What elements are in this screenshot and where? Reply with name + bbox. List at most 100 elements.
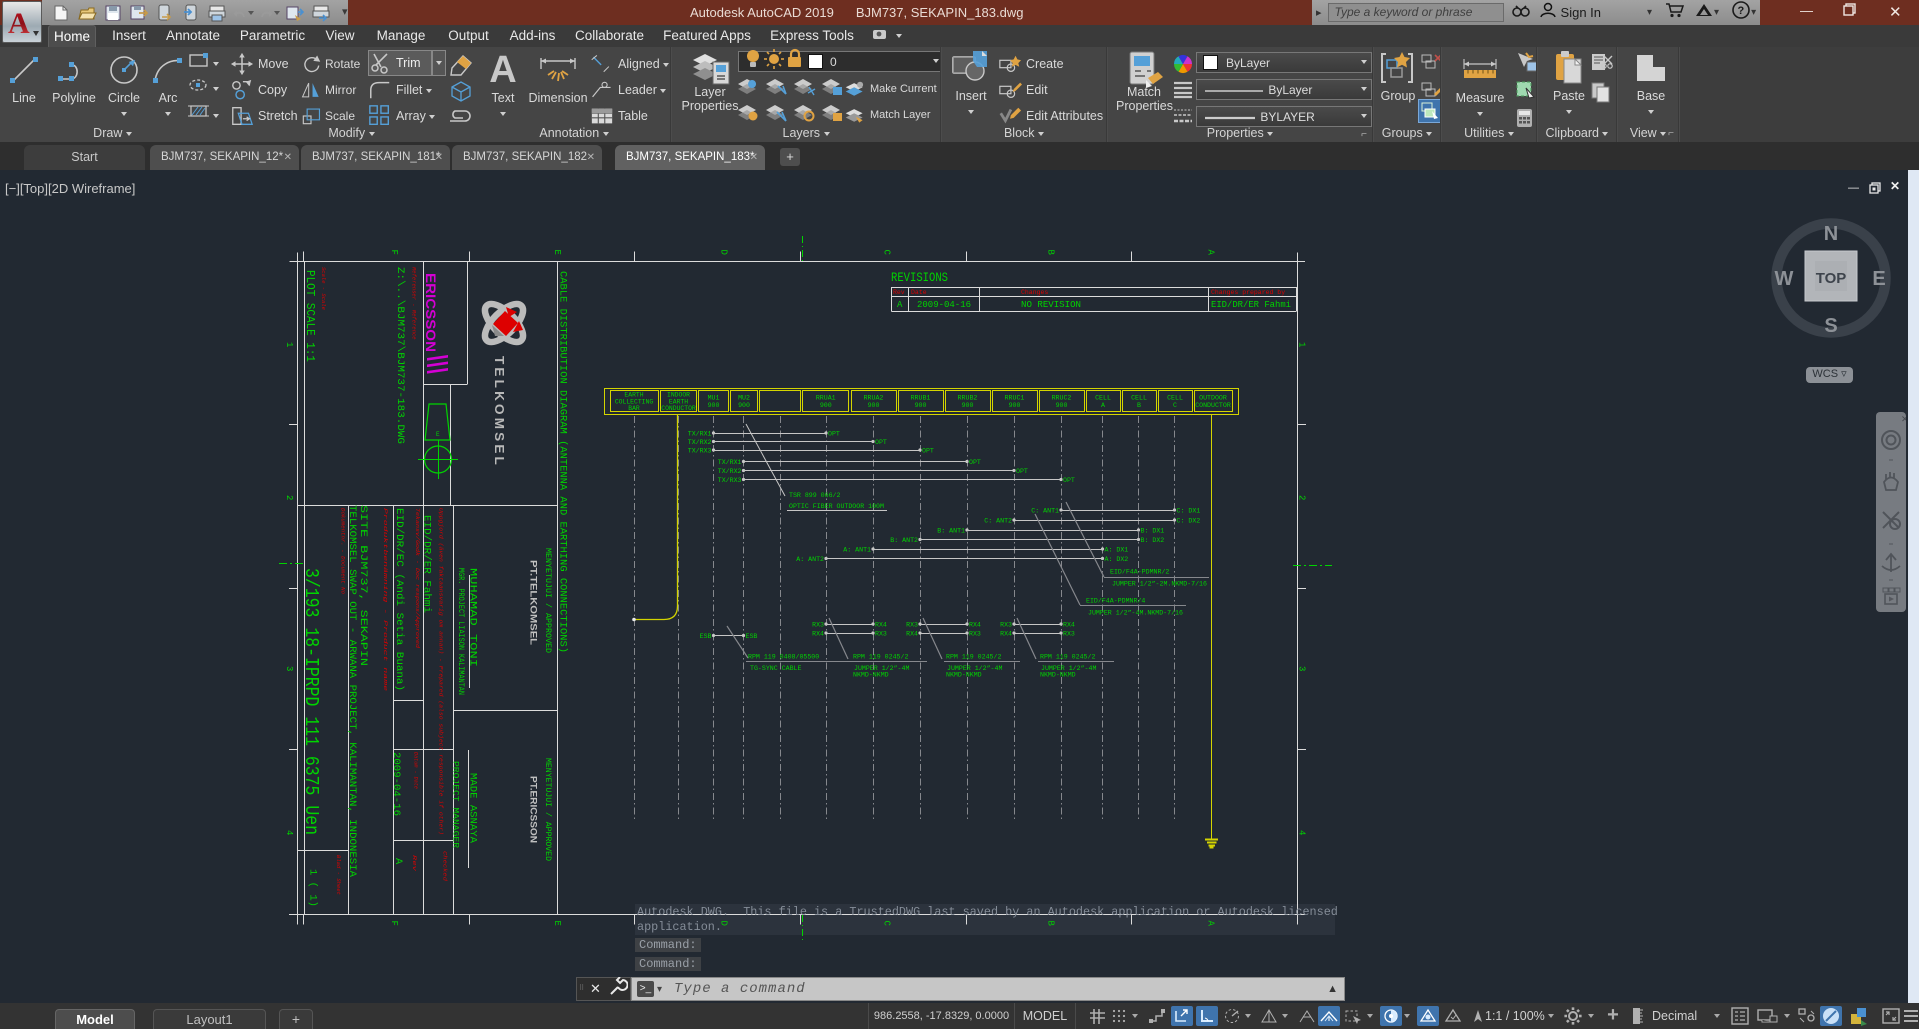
svg-text:Rev: Rev [411,855,417,873]
svg-text:D: D [719,250,729,255]
svg-text:OPT: OPT [922,448,934,455]
svg-text:900: 900 [708,402,720,409]
svg-text:4: 4 [284,830,294,835]
svg-text:Rev: Rev [893,289,905,296]
svg-text:B: DX2: B: DX2 [1141,537,1165,544]
svg-text:B: B [1046,250,1056,256]
svg-text:B: B [1046,921,1056,927]
svg-text:CELL: CELL [1131,395,1147,402]
svg-text:F: F [389,921,399,926]
svg-text:2009-04-16: 2009-04-16 [390,752,402,816]
svg-text:NKMD-NKMD: NKMD-NKMD [946,672,982,679]
svg-text:TX/RX1: TX/RX1 [688,431,712,438]
svg-text:MU1: MU1 [708,395,720,402]
svg-text:C: C [1173,402,1177,409]
svg-text:TOP: TOP [1816,270,1847,287]
svg-text:RX3: RX3 [1000,622,1012,629]
svg-text:TX/RX2: TX/RX2 [718,468,742,475]
svg-text:PROJECT MANAGER: PROJECT MANAGER [451,761,460,848]
svg-text:C: ANT1: C: ANT1 [1031,508,1059,515]
svg-text:TSR 899 066/2: TSR 899 066/2 [789,492,840,499]
svg-text:NKMD-NKMD: NKMD-NKMD [853,672,889,679]
svg-text:Changes: Changes [1021,289,1048,296]
svg-text:C: DX2: C: DX2 [1177,518,1201,525]
svg-text:BAR: BAR [628,405,640,412]
svg-text:JUMPER 1/2”-2M.NKMD-7/16: JUMPER 1/2”-2M.NKMD-7/16 [1112,581,1207,588]
svg-text:RX3: RX3 [906,622,918,629]
svg-text:3: 3 [1297,666,1307,671]
svg-text:PLOT SCALE 1:1: PLOT SCALE 1:1 [303,270,317,362]
svg-text:TX/RX3: TX/RX3 [688,448,712,455]
svg-text:EID/F4A-PDMNR/4: EID/F4A-PDMNR/4 [1086,598,1145,605]
svg-text:C: ANT2: C: ANT2 [984,518,1012,525]
svg-text:2009-04-16: 2009-04-16 [917,300,971,310]
svg-text:MENYETUJUI / APPROVED: MENYETUJUI / APPROVED [543,548,552,653]
svg-text:E: E [552,250,562,255]
svg-text:RRUC2: RRUC2 [1052,395,1072,402]
svg-text:OPT: OPT [969,459,981,466]
svg-text:RX4: RX4 [812,631,824,638]
svg-text:RPM 119 0245/2: RPM 119 0245/2 [946,654,1001,661]
svg-text:4: 4 [1297,830,1307,835]
svg-text:Produktbenämning - Product nam: Produktbenämning - Product name [382,508,388,691]
svg-text:OUTDOOR: OUTDOOR [1199,395,1227,402]
svg-text:TX/RX3: TX/RX3 [718,477,742,484]
svg-text:TELKOMSEL SWAP OUT - ARWANA PR: TELKOMSEL SWAP OUT - ARWANA PROJECT, KAL… [346,505,358,878]
svg-text:B: B [1137,402,1141,409]
svg-text:B: ANT2: B: ANT2 [890,537,918,544]
svg-text:900: 900 [915,402,927,409]
svg-text:RX3: RX3 [875,631,887,638]
svg-text:OPT: OPT [1016,468,1028,475]
svg-text:REVISIONS: REVISIONS [891,270,948,285]
svg-text:A: ANT1: A: ANT1 [843,547,871,554]
svg-text:RX3: RX3 [1063,631,1075,638]
svg-text:A: A [1101,402,1105,409]
svg-text:N: N [1824,223,1838,245]
svg-text:900: 900 [1056,402,1068,409]
svg-text:CABLE DISTRIBUTION DIAGRAM (AN: CABLE DISTRIBUTION DIAGRAM (ANTENNA AND … [557,271,569,653]
svg-text:B: ANT1: B: ANT1 [937,528,965,535]
svg-text:E: E [1872,268,1885,290]
svg-text:RPM 119 0245/2: RPM 119 0245/2 [1040,654,1095,661]
svg-text:RRUA1: RRUA1 [816,395,836,402]
svg-text:A: ANT2: A: ANT2 [796,556,824,563]
svg-text:E: E [436,431,440,438]
svg-text:RPM 119 0408/05500: RPM 119 0408/05500 [748,654,819,661]
svg-text:TELKOMSEL: TELKOMSEL [492,356,507,468]
svg-text:TX/RX1: TX/RX1 [718,459,742,466]
svg-text:900: 900 [738,402,750,409]
svg-text:ESB: ESB [700,633,712,640]
svg-text:EID/F4A-PDMNR/2: EID/F4A-PDMNR/2 [1110,569,1169,576]
svg-text:A: DX2: A: DX2 [1105,556,1129,563]
svg-text:?: ? [1738,5,1745,17]
svg-text:✕: ✕ [1901,414,1906,424]
svg-text:RX4: RX4 [969,622,981,629]
svg-text:RRUB2: RRUB2 [958,395,978,402]
svg-text:C: C [882,250,892,256]
svg-text:RX3: RX3 [812,622,824,629]
svg-text:Datum - Date: Datum - Date [413,752,419,789]
svg-text:RRUC1: RRUC1 [1005,395,1025,402]
svg-text:MGR. PROJECT LIAISON KALIMANTA: MGR. PROJECT LIAISON KALIMANTAN [456,568,465,695]
svg-text:A: A [1206,921,1216,927]
svg-text:ERICSSON: ERICSSON [423,273,438,352]
svg-text:CONDUCTOR: CONDUCTOR [661,405,696,412]
svg-text:OPT: OPT [828,431,840,438]
svg-text:RX4: RX4 [1063,622,1075,629]
svg-text:3/193 18-IPRPD 111 6375 Uen: 3/193 18-IPRPD 111 6375 Uen [300,568,322,835]
svg-text:Checked: Checked [442,851,448,881]
svg-text:EID/DR/ER Fahmi: EID/DR/ER Fahmi [421,515,433,613]
svg-text:Blad - Sheet: Blad - Sheet [335,855,341,895]
svg-text:C: C [882,921,892,927]
svg-text:1 ( 1): 1 ( 1) [307,869,319,907]
svg-text:2: 2 [1297,495,1307,500]
svg-text:MUHAMAD TONI: MUHAMAD TONI [467,568,479,667]
svg-text:RRUB1: RRUB1 [911,395,931,402]
svg-text:Tekansv/Godk - Doc respons/App: Tekansv/Godk - Doc respons/Approved [414,508,420,648]
svg-text:Dokumentnr. - Document No: Dokumentnr. - Document No [340,508,346,594]
svg-text:2: 2 [284,495,294,500]
svg-text:RX4: RX4 [875,622,887,629]
svg-text:EID/DR/EC (Andi Setia Buana): EID/DR/EC (Andi Setia Buana) [393,508,405,691]
svg-text:E: E [552,921,562,926]
svg-text:RX4: RX4 [1000,631,1012,638]
